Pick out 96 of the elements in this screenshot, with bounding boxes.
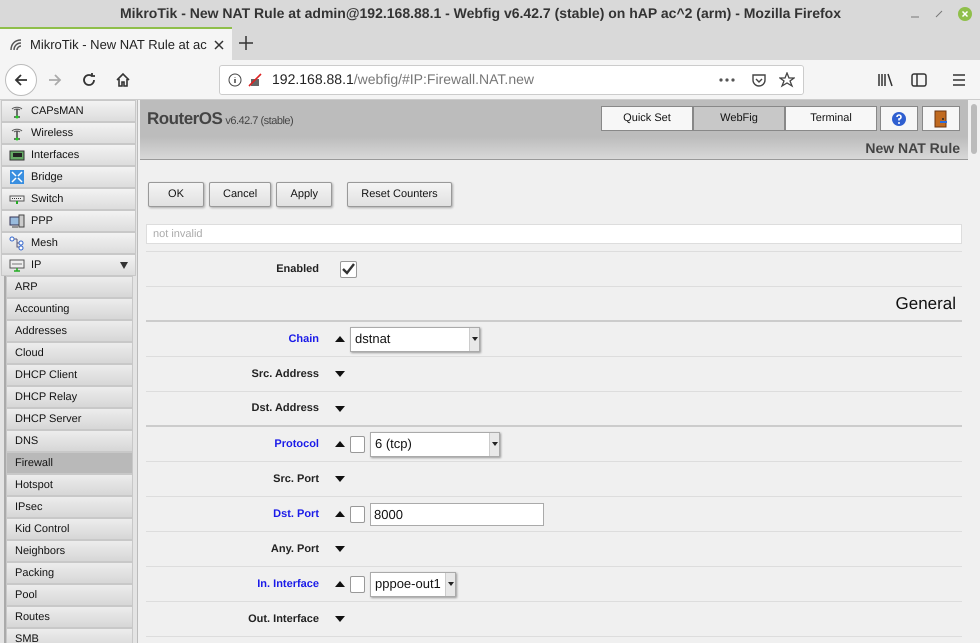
- submenu-item[interactable]: DHCP Relay: [6, 386, 133, 408]
- submenu-item[interactable]: DHCP Client: [6, 364, 133, 386]
- menu-item[interactable]: Interfaces: [1, 144, 136, 166]
- collapse-arrow-icon[interactable]: [335, 511, 345, 517]
- caret-icon: [472, 337, 478, 341]
- browser-tab[interactable]: MikroTik - New NAT Rule at ac: [0, 27, 232, 60]
- collapse-arrow-icon[interactable]: [335, 441, 345, 447]
- scrollbar-thumb[interactable]: [971, 104, 977, 154]
- info-icon: [228, 72, 242, 86]
- menu-item[interactable]: Bridge: [1, 166, 136, 188]
- submenu-item[interactable]: IPsec: [6, 496, 133, 518]
- field-label: Out. Interface: [247, 612, 319, 627]
- network-icon: [9, 257, 25, 273]
- field-label: Chain: [287, 332, 319, 347]
- action-button[interactable]: OK: [148, 182, 204, 207]
- menu-item[interactable]: Mesh: [1, 232, 136, 254]
- submenu-item[interactable]: Addresses: [6, 320, 133, 342]
- dropdown-field[interactable]: pppoe-out1: [370, 572, 456, 596]
- library-icon[interactable]: [877, 72, 895, 88]
- field-label: Any. Port: [270, 542, 319, 557]
- action-button[interactable]: Reset Counters: [347, 182, 452, 207]
- menu-item[interactable]: IP: [1, 254, 136, 276]
- submenu-item[interactable]: Hotspot: [6, 474, 133, 496]
- collapse-arrow-icon[interactable]: [335, 581, 345, 587]
- submenu-item[interactable]: Accounting: [6, 298, 133, 320]
- address-bar[interactable]: 192.168.88.1/webfig/#IP:Firewall.NAT.new: [219, 64, 804, 94]
- submenu-item[interactable]: Neighbors: [6, 540, 133, 562]
- field-label: Enabled: [275, 262, 319, 277]
- help-button[interactable]: [880, 106, 918, 131]
- submenu-item[interactable]: ARP: [6, 276, 133, 298]
- logout-button[interactable]: [922, 106, 960, 131]
- action-button[interactable]: Cancel: [209, 182, 272, 207]
- enabled-checkbox[interactable]: [340, 260, 357, 278]
- negate-checkbox[interactable]: [350, 436, 365, 452]
- computer-icon: [9, 213, 25, 229]
- section-heading: General: [896, 292, 956, 314]
- new-tab-icon[interactable]: [238, 35, 254, 51]
- mode-tab[interactable]: Terminal: [785, 106, 877, 131]
- tab-title: MikroTik - New NAT Rule at ac: [30, 36, 208, 54]
- menu-icon[interactable]: [951, 72, 967, 88]
- star-icon[interactable]: [779, 72, 795, 88]
- home-icon[interactable]: [115, 72, 131, 88]
- sidebar-icon[interactable]: [911, 72, 927, 88]
- expand-arrow-icon[interactable]: [335, 616, 345, 622]
- caret-icon: [448, 582, 454, 586]
- expand-arrow-icon[interactable]: [335, 546, 345, 552]
- mode-tab[interactable]: Quick Set: [601, 106, 693, 131]
- mikrotik-logo-icon: [8, 36, 24, 52]
- reload-icon[interactable]: [81, 72, 97, 88]
- expand-arrow-icon[interactable]: [335, 406, 345, 412]
- submenu-item[interactable]: DNS: [6, 430, 133, 452]
- text-field[interactable]: 8000: [370, 502, 544, 526]
- menu-item[interactable]: Switch: [1, 188, 136, 210]
- menu-item[interactable]: CAPsMAN: [1, 100, 136, 122]
- collapse-arrow-icon[interactable]: [335, 336, 345, 342]
- caret-icon: [492, 442, 498, 446]
- maximize-icon[interactable]: [934, 8, 944, 18]
- field-label: In. Interface: [256, 576, 319, 592]
- submenu-item[interactable]: Cloud: [6, 342, 133, 364]
- back-button[interactable]: [5, 64, 37, 96]
- window-title: MikroTik - New NAT Rule at admin@192.168.88.1 - Webfig v6.42.7 (stable) on hAP ac^2 (arm) - Mozilla Firefox: [120, 4, 841, 23]
- submenu-item[interactable]: SMB: [6, 628, 133, 643]
- submenu-item[interactable]: Firewall: [6, 452, 133, 474]
- field-label: Src. Address: [250, 366, 319, 382]
- page-title: New NAT Rule: [865, 138, 960, 158]
- negate-checkbox[interactable]: [350, 506, 365, 522]
- door-icon: [934, 110, 948, 128]
- url-text: 192.168.88.1/webfig/#IP:Firewall.NAT.new: [272, 70, 534, 89]
- menu-item[interactable]: PPP: [1, 210, 136, 232]
- collapse-arrow-icon: [120, 262, 128, 268]
- field-label: Src. Port: [272, 472, 319, 487]
- back-arrow-icon: [13, 72, 29, 88]
- close-icon[interactable]: [214, 40, 224, 50]
- expand-arrow-icon[interactable]: [335, 371, 345, 377]
- help-icon: [891, 110, 907, 126]
- negate-checkbox[interactable]: [350, 576, 365, 592]
- submenu-item[interactable]: Packing: [6, 562, 133, 584]
- dropdown-field[interactable]: dstnat: [350, 326, 480, 352]
- more-icon[interactable]: [719, 78, 735, 82]
- bridge-icon: [9, 169, 25, 185]
- field-label: Dst. Address: [250, 401, 319, 416]
- field-label: Protocol: [273, 436, 319, 452]
- dropdown-field[interactable]: 6 (tcp): [370, 432, 500, 456]
- mesh-icon: [9, 235, 25, 251]
- submenu-item[interactable]: Pool: [6, 584, 133, 606]
- pocket-icon[interactable]: [751, 72, 767, 88]
- brand-title: RouterOS v6.42.7 (stable): [147, 108, 294, 130]
- menu-item[interactable]: Wireless: [1, 122, 136, 144]
- submenu-item[interactable]: Routes: [6, 606, 133, 628]
- expand-arrow-icon[interactable]: [335, 476, 345, 482]
- action-button[interactable]: Apply: [276, 182, 332, 207]
- submenu-item[interactable]: DHCP Server: [6, 408, 133, 430]
- mode-tab[interactable]: WebFig: [693, 106, 785, 131]
- field-label: Dst. Port: [272, 506, 319, 522]
- submenu-item[interactable]: Kid Control: [6, 518, 133, 540]
- status-text: not invalid: [153, 226, 203, 242]
